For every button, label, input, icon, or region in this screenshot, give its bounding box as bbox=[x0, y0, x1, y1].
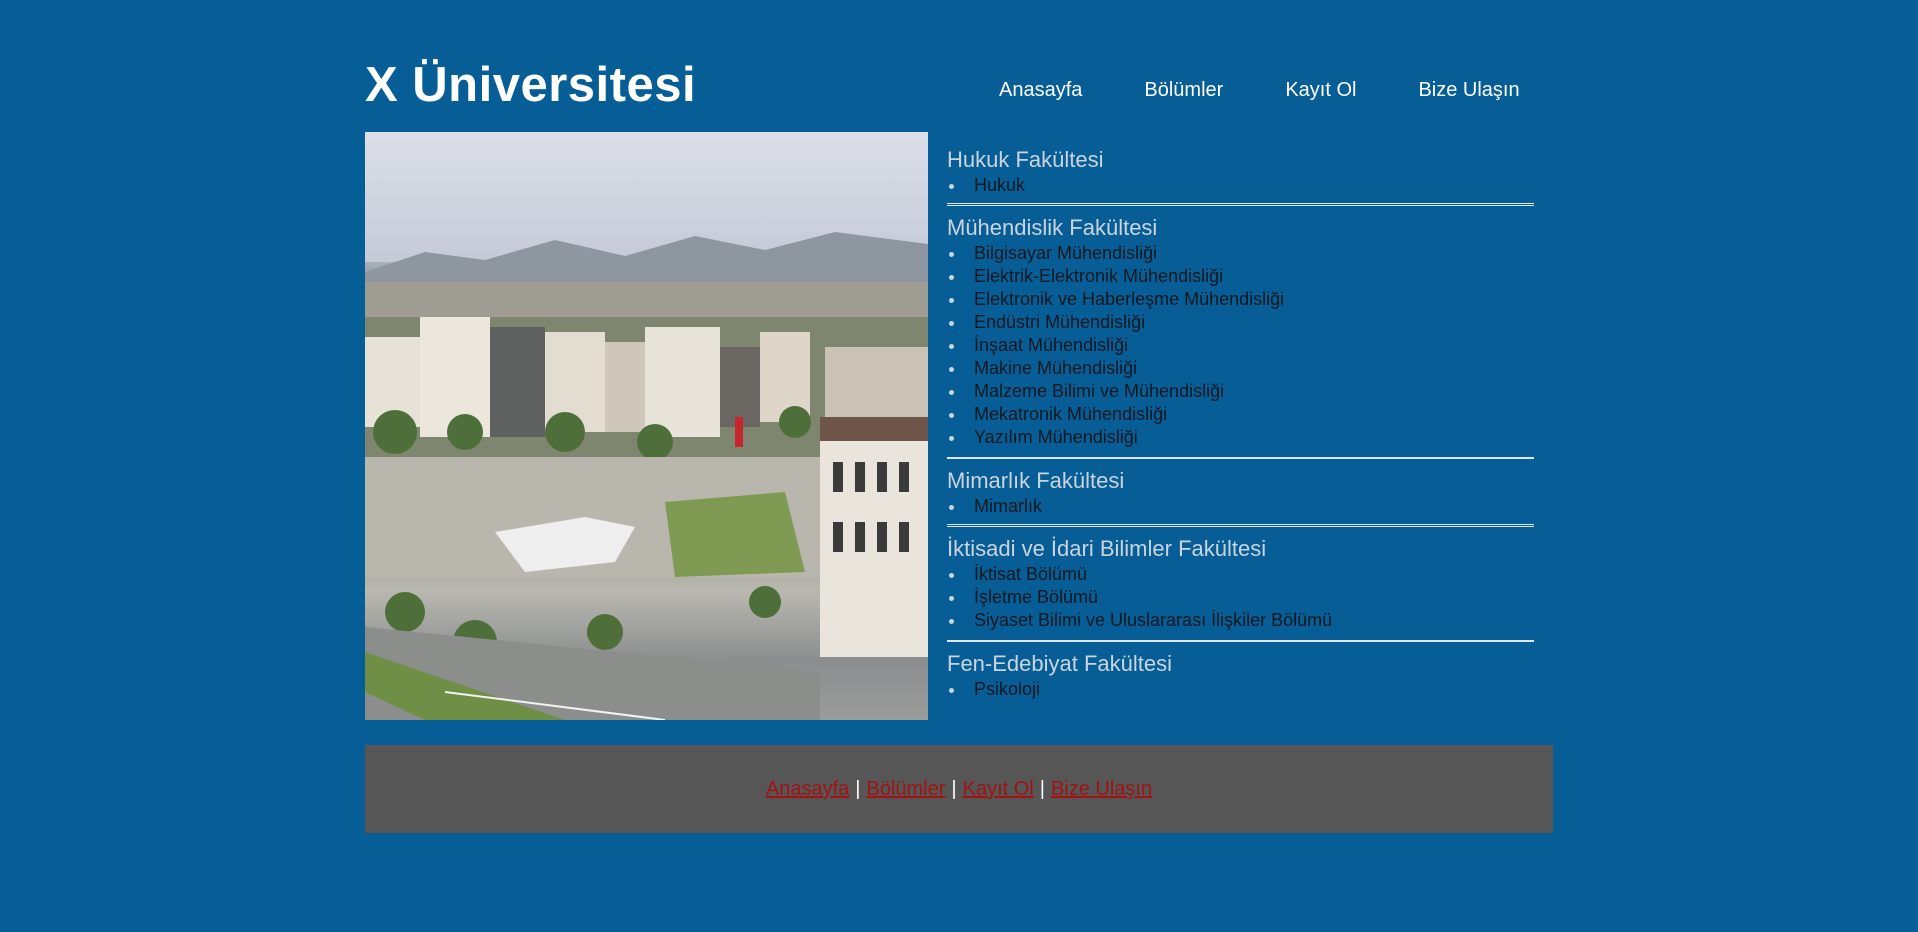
footer-link-departments[interactable]: Bölümler bbox=[866, 778, 945, 800]
department-list: Hukuk bbox=[947, 174, 1534, 197]
faculty-section: İktisadi ve İdari Bilimler Fakültesi İkt… bbox=[947, 535, 1534, 642]
footer-link-contact[interactable]: Bize Ulaşın bbox=[1051, 778, 1152, 800]
department-item: Hukuk bbox=[947, 174, 1534, 197]
department-list: İktisat Bölümü İşletme Bölümü Siyaset Bi… bbox=[947, 563, 1534, 632]
department-item: Endüstri Mühendisliği bbox=[947, 311, 1534, 334]
site-title: X Üniversitesi bbox=[365, 58, 697, 112]
nav-link-contact[interactable]: Bize Ulaşın bbox=[1418, 76, 1519, 104]
faculty-heading: İktisadi ve İdari Bilimler Fakültesi bbox=[947, 536, 1267, 561]
footer-links: Anasayfa | Bölümler | Kayıt Ol | Bize Ulaşın bbox=[365, 775, 1553, 803]
footer-separator: | bbox=[1039, 778, 1045, 800]
department-list: Bilgisayar Mühendisliği Elektrik-Elektro… bbox=[947, 242, 1534, 449]
footer-link-register[interactable]: Kayıt Ol bbox=[963, 778, 1034, 800]
top-nav: Anasayfa Bölümler Kayıt Ol Bize Ulaşın bbox=[999, 76, 1520, 104]
campus-photo bbox=[365, 132, 928, 720]
department-list: Mimarlık bbox=[947, 495, 1534, 518]
faculty-section: Fen-Edebiyat Fakültesi Psikoloji bbox=[947, 650, 1534, 709]
site-header: X Üniversitesi Anasayfa Bölümler Kayıt O… bbox=[365, 0, 1553, 132]
faculty-list: Hukuk Fakültesi Hukuk Mühendislik Fakült… bbox=[947, 146, 1534, 717]
nav-link-register[interactable]: Kayıt Ol bbox=[1285, 76, 1356, 104]
department-item: Psikoloji bbox=[947, 678, 1534, 701]
department-item: İnşaat Mühendisliği bbox=[947, 334, 1534, 357]
page-container: X Üniversitesi Anasayfa Bölümler Kayıt O… bbox=[365, 0, 1553, 732]
main-content: Hukuk Fakültesi Hukuk Mühendislik Fakült… bbox=[365, 132, 1553, 732]
faculty-heading: Fen-Edebiyat Fakültesi bbox=[947, 651, 1172, 676]
site-footer: Anasayfa | Bölümler | Kayıt Ol | Bize Ulaşın bbox=[365, 745, 1553, 833]
faculty-section: Hukuk Fakültesi Hukuk bbox=[947, 146, 1534, 206]
faculty-heading: Hukuk Fakültesi bbox=[947, 147, 1104, 172]
nav-link-home[interactable]: Anasayfa bbox=[999, 76, 1082, 104]
department-item: Mekatronik Mühendisliği bbox=[947, 403, 1534, 426]
faculty-heading: Mimarlık Fakültesi bbox=[947, 468, 1125, 493]
faculty-section: Mimarlık Fakültesi Mimarlık bbox=[947, 467, 1534, 527]
department-item: İktisat Bölümü bbox=[947, 563, 1534, 586]
footer-link-home[interactable]: Anasayfa bbox=[766, 778, 849, 800]
department-list: Psikoloji bbox=[947, 678, 1534, 701]
faculty-heading: Mühendislik Fakültesi bbox=[947, 215, 1158, 240]
footer-separator: | bbox=[855, 778, 861, 800]
faculty-section: Mühendislik Fakültesi Bilgisayar Mühendi… bbox=[947, 214, 1534, 459]
department-item: Yazılım Mühendisliği bbox=[947, 426, 1534, 449]
footer-separator: | bbox=[951, 778, 957, 800]
department-item: Makine Mühendisliği bbox=[947, 357, 1534, 380]
department-item: Elektrik-Elektronik Mühendisliği bbox=[947, 265, 1534, 288]
campus-illustration bbox=[365, 132, 928, 720]
nav-link-departments[interactable]: Bölümler bbox=[1144, 76, 1223, 104]
department-item: İşletme Bölümü bbox=[947, 586, 1534, 609]
department-item: Elektronik ve Haberleşme Mühendisliği bbox=[947, 288, 1534, 311]
department-item: Mimarlık bbox=[947, 495, 1534, 518]
department-item: Bilgisayar Mühendisliği bbox=[947, 242, 1534, 265]
department-item: Siyaset Bilimi ve Uluslararası İlişkiler… bbox=[947, 609, 1534, 632]
department-item: Malzeme Bilimi ve Mühendisliği bbox=[947, 380, 1534, 403]
